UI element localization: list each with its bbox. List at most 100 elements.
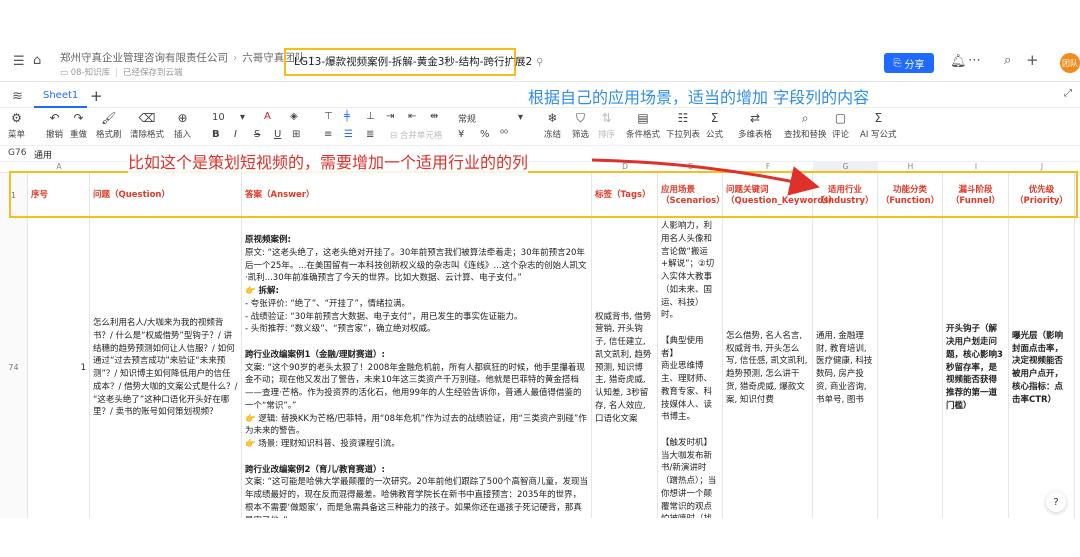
- cell-funnel[interactable]: 开头钩子（解决用户划走问题，核心影响3秒留存率，是视频能否获得推荐的第一道门槛）: [943, 218, 1009, 518]
- border-icon[interactable]: ⊞: [292, 129, 300, 140]
- align-bottom-icon[interactable]: ⊥: [366, 111, 375, 122]
- kb-label[interactable]: 08-知识库: [71, 68, 110, 78]
- align-right-icon[interactable]: ≣: [366, 129, 374, 140]
- add-icon[interactable]: +: [1026, 51, 1039, 69]
- tab-sheet1[interactable]: Sheet1: [34, 82, 88, 108]
- row-number[interactable]: 1: [0, 173, 28, 219]
- align-top-icon[interactable]: ⊤: [324, 111, 333, 122]
- number-format-dropdown-icon[interactable]: ▾: [518, 112, 523, 123]
- column-header[interactable]: A: [28, 162, 90, 172]
- avatar[interactable]: 团队: [1060, 53, 1080, 73]
- merge-cells-button[interactable]: ⊟ 合并单元格: [390, 129, 442, 141]
- answer-line: 文案: “这可能是哈佛大学最颠覆的一次研究。20年前他们跟踪了500个高智商儿童…: [245, 477, 589, 518]
- cell-tags[interactable]: 权威背书, 借势营销, 开头钩子, 信任建立, 凯文凯利, 趋势预测, 知识博主…: [592, 218, 658, 518]
- redo-button[interactable]: ↷ 重做: [70, 111, 87, 140]
- cell-function[interactable]: [878, 218, 943, 518]
- thousands-icon[interactable]: ⁰⁰: [500, 129, 508, 140]
- eraser-icon: ⌫: [138, 111, 156, 125]
- search-icon[interactable]: ⌕: [1004, 53, 1011, 68]
- answer-line: 👉 拆解:: [245, 286, 279, 296]
- cell-keywords[interactable]: 怎么借势, 名人名言, 权威背书, 开头怎么写, 信任感, 凯文凯利, 趋势预测…: [723, 218, 813, 518]
- comment-button[interactable]: ▢ 评论: [832, 111, 849, 140]
- clear-format-button[interactable]: ⌫ 清除格式: [130, 111, 164, 140]
- currency-icon[interactable]: ¥: [458, 129, 464, 140]
- help-icon[interactable]: ?: [1046, 492, 1066, 512]
- document-title[interactable]: LG13-爆款视频案例-拆解-黄金3秒-结构-跨行扩展2 ⚲: [284, 48, 543, 76]
- row-number[interactable]: 74: [0, 218, 28, 518]
- more-icon[interactable]: ⋯: [968, 53, 981, 68]
- header-cell-funnel[interactable]: 漏斗阶段（Funnel）: [943, 173, 1009, 219]
- clip-icon[interactable]: ⇹: [430, 111, 438, 122]
- document-title-text: LG13-爆款视频案例-拆解-黄金3秒-结构-跨行扩展2: [294, 56, 533, 68]
- font-size-dropdown-icon[interactable]: ▾: [240, 112, 245, 123]
- align-middle-icon[interactable]: ╪: [344, 111, 350, 122]
- strike-icon[interactable]: S: [254, 129, 260, 140]
- number-format-select[interactable]: 常规: [458, 112, 476, 125]
- sigma-icon: Σ: [710, 111, 719, 125]
- find-replace-button[interactable]: ⌕ 查找和替换: [784, 111, 827, 140]
- answer-line: 跨行业改编案例2（育儿/教育赛道）:: [245, 464, 385, 475]
- font-size-select[interactable]: 10: [212, 112, 225, 123]
- cell-reference[interactable]: G76: [8, 148, 26, 158]
- share-button[interactable]: ⎘ 分享: [884, 53, 934, 73]
- freeze-button[interactable]: ❄ 冻结: [544, 111, 561, 140]
- breadcrumb-company[interactable]: 郑州守真企业管理咨询有限责任公司: [60, 52, 228, 64]
- fill-color-icon[interactable]: ◈: [290, 111, 298, 122]
- undo-icon: ↶: [49, 111, 60, 125]
- align-left-icon[interactable]: ≡: [324, 129, 332, 140]
- overflow-icon[interactable]: ⇤: [408, 111, 416, 122]
- conditional-format-button[interactable]: ▤ 条件格式: [626, 111, 660, 140]
- sort-button[interactable]: ⇅ 排序: [598, 111, 615, 140]
- menu-button[interactable]: ⚙ 菜单: [8, 111, 25, 140]
- header-cell-function[interactable]: 功能分类（Function）: [878, 173, 943, 219]
- answer-line: 👉 逻辑: 替换KK为芒格/巴菲特，用“08年危机”作为过去的战绩验证，用“三类…: [245, 413, 587, 437]
- toolbar: ⚙ 菜单 ↶ 撤销 ↷ 重做 🖌︎ 格式刷 ⌫ 清除格式 ⊕ 插入 10 ▾ A ◈ B I…: [0, 108, 1080, 146]
- cell-scenarios[interactable]: 人影响力，利用名人头像和言论做“搬运+解说”；②切入实体大教事（如未来、国运、科…: [658, 218, 723, 518]
- underline-icon[interactable]: U: [274, 129, 281, 140]
- column-header[interactable]: I: [943, 162, 1009, 172]
- ai-formula-button[interactable]: Σ AI 写公式: [860, 111, 897, 140]
- doc-location: ▭ 08-知识库 | 已经保存到云端: [60, 68, 183, 78]
- header-cell-answer[interactable]: 答案（Answer）: [242, 173, 592, 219]
- italic-icon[interactable]: I: [234, 129, 237, 140]
- font-color-icon[interactable]: A: [264, 111, 271, 122]
- ai-sigma-icon: Σ: [874, 111, 883, 125]
- dropdown-list-button[interactable]: ☷ 下拉列表: [666, 111, 700, 140]
- align-center-icon[interactable]: ☰: [344, 129, 353, 140]
- formula-button[interactable]: Σ 公式: [706, 111, 723, 140]
- header-cell-index[interactable]: 序号: [28, 173, 90, 219]
- cell-industry[interactable]: 通用, 金融理财, 教育培训, 医疗健康, 科技数码, 房产投资, 商业咨询, …: [813, 218, 878, 518]
- cell-priority[interactable]: 曝光层（影响封面点击率，决定视频能否被用户点开，核心指标：点击率CTR）: [1009, 218, 1075, 518]
- wrap-icon[interactable]: ⇥: [386, 111, 394, 122]
- add-sheet-icon[interactable]: +: [90, 87, 103, 105]
- header-cell-priority[interactable]: 优先级（Priority）: [1009, 173, 1075, 219]
- cell-answer[interactable]: 原视频案例: 原文: “这老头绝了，这老头绝对开挂了。30年前预言我们被算法牵着走…: [242, 218, 592, 518]
- cell-index[interactable]: 1: [28, 218, 90, 518]
- answer-line: [245, 451, 588, 464]
- formula-input[interactable]: 通用: [34, 148, 52, 161]
- multi-table-button[interactable]: ⇄ 多维表格: [738, 111, 772, 140]
- share-icon: ⎘: [893, 57, 902, 69]
- home-icon[interactable]: ⌂: [33, 53, 41, 68]
- column-header[interactable]: H: [878, 162, 943, 172]
- percent-icon[interactable]: %: [480, 129, 490, 140]
- bold-icon[interactable]: B: [212, 129, 220, 140]
- cell-question[interactable]: 怎么利用名人/大咖来为我的视频背书？/ 什么是“权威借势”型钩子？/ 讲结穗的趋…: [90, 218, 242, 518]
- menu-icon: ⚙: [11, 111, 22, 125]
- bell-icon[interactable]: 🔔︎: [950, 54, 967, 69]
- insert-button[interactable]: ⊕ 插入: [174, 111, 191, 140]
- save-status: 已经保存到云端: [123, 68, 183, 78]
- format-brush-button[interactable]: 🖌︎ 格式刷: [96, 111, 122, 140]
- share-label: 分享: [904, 59, 925, 71]
- pin-icon[interactable]: ⚲: [536, 57, 543, 68]
- filter-button[interactable]: ⛉ 筛选: [572, 111, 589, 140]
- conditional-format-icon: ▤: [637, 111, 649, 125]
- layers-icon[interactable]: ≋: [12, 89, 23, 104]
- menu-toggle-icon[interactable]: ☰: [13, 54, 25, 69]
- expand-icon[interactable]: ⤢: [1064, 88, 1072, 99]
- table-row: 74 1 怎么利用名人/大咖来为我的视频背书？/ 什么是“权威借势”型钩子？/ …: [0, 218, 1080, 518]
- multi-table-icon: ⇄: [749, 111, 761, 125]
- header-cell-question[interactable]: 问题（Question）: [90, 173, 242, 219]
- column-header[interactable]: J: [1009, 162, 1075, 172]
- undo-button[interactable]: ↶ 撤销: [46, 111, 63, 140]
